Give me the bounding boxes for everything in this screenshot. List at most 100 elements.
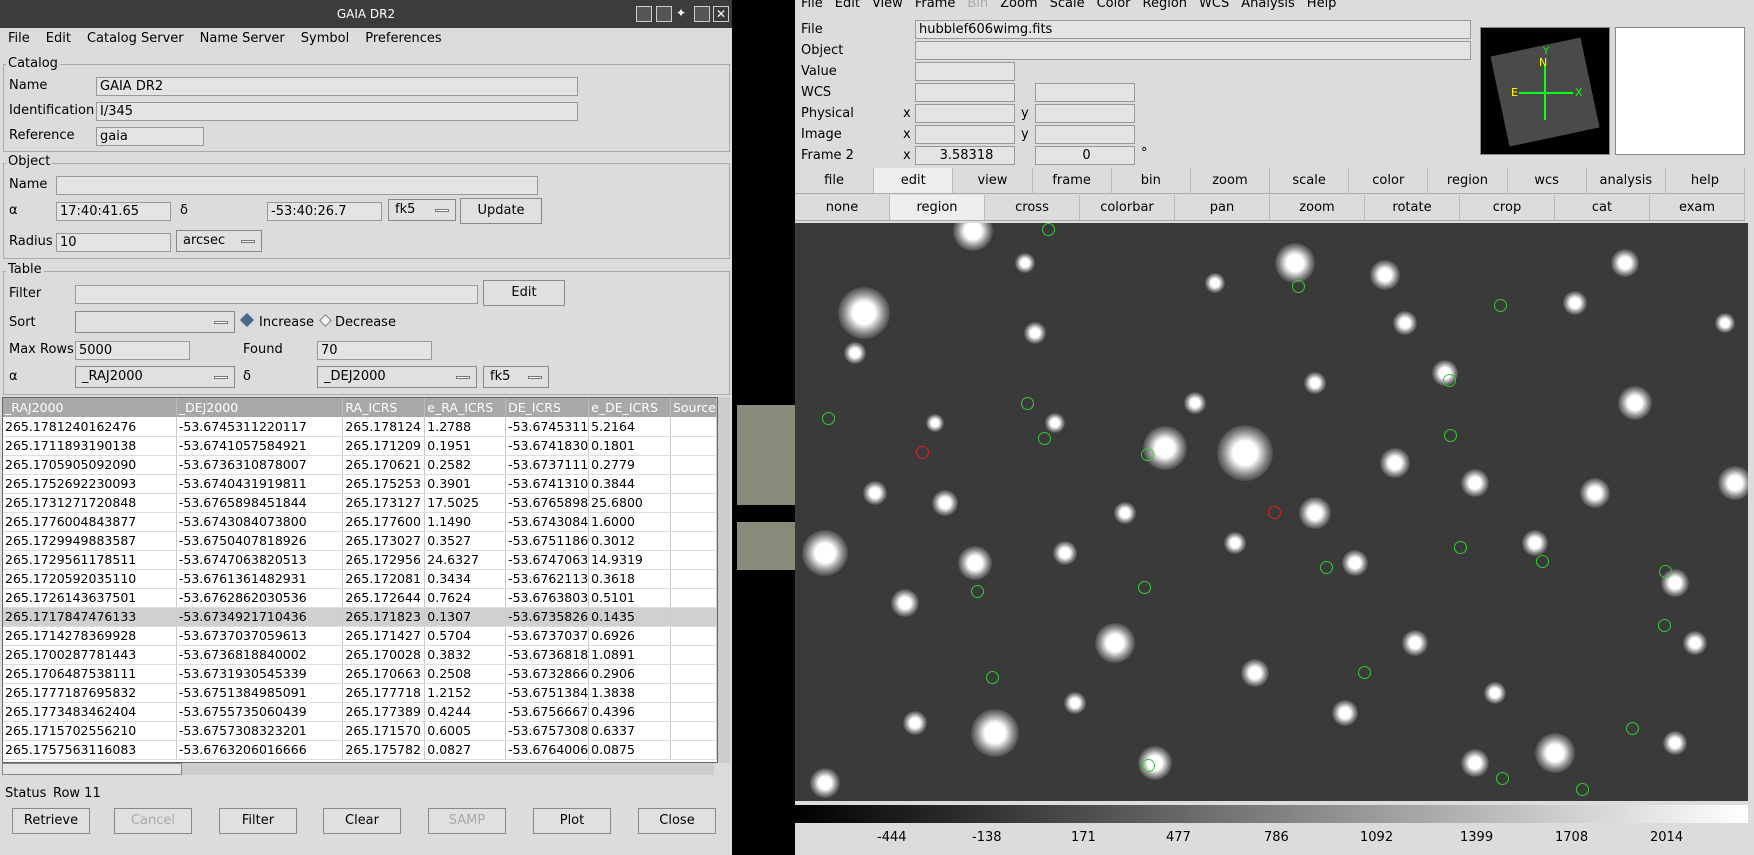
menu-catalog-server[interactable]: Catalog Server [79,28,192,50]
catalog-region-circle[interactable] [1141,448,1154,461]
catalog-region-circle[interactable] [1658,619,1671,632]
catalog-region-circle[interactable] [1320,561,1333,574]
table-row[interactable]: 265.1715702556210 -53.6757308323201 265.17… [3,721,717,741]
catalog-region-circle[interactable] [1021,397,1034,410]
bb-file[interactable]: file [795,168,875,193]
table-row[interactable]: 265.1729949883587 -53.6750407818926 265.17… [3,531,717,551]
catalog-region-circle[interactable] [1496,772,1509,785]
catalog-region-circle[interactable] [1042,223,1055,236]
panner[interactable]: N E Y X [1480,27,1610,155]
menu-file[interactable]: File [0,28,38,50]
catalog-region-circle[interactable] [1626,722,1639,735]
eb-cat[interactable]: cat [1555,195,1650,220]
maximize-icon[interactable] [694,6,710,22]
menu-name-server[interactable]: Name Server [192,28,293,50]
bb-region[interactable]: region [1428,168,1508,193]
catalog-region-circle[interactable] [1038,432,1051,445]
bb-scale[interactable]: scale [1270,168,1350,193]
vertical-scrollbar[interactable] [718,397,730,763]
eb-rotate[interactable]: rotate [1365,195,1460,220]
catalog-region-circle[interactable] [1576,783,1589,796]
identification-field[interactable]: I/345 [96,102,578,121]
coord-system-dropdown[interactable]: fk5 [388,199,456,221]
move-icon[interactable] [656,6,672,22]
eb-zoom[interactable]: zoom [1270,195,1365,220]
ds9-menu-bin[interactable]: Bin [961,0,994,14]
eb-cross[interactable]: cross [985,195,1080,220]
samp-button[interactable]: SAMP [428,808,506,834]
table-row[interactable]: 265.1776004843877 -53.6743084073800 265.17… [3,512,717,532]
table-system-dropdown[interactable]: fk5 [483,366,549,388]
delta-field[interactable]: -53:40:26.7 [267,202,382,221]
catalog-region-circle[interactable] [1659,565,1672,578]
table-row[interactable]: 265.1705905092090 -53.6736310878007 265.17… [3,455,717,475]
table-row[interactable]: 265.1777187695832 -53.6751384985091 265.17… [3,683,717,703]
bb-view[interactable]: view [953,168,1033,193]
bb-frame[interactable]: frame [1033,168,1112,193]
horizontal-scrollbar[interactable] [2,763,714,775]
clear-button[interactable]: Clear [323,808,401,834]
plot-button[interactable]: Plot [533,808,611,834]
table-row[interactable]: 265.1773483462404 -53.6755735060439 265.17… [3,702,717,722]
horizontal-scroll-thumb[interactable] [2,763,182,775]
selected-region-circle[interactable] [916,446,929,459]
pin-icon[interactable]: ✦ [676,6,692,22]
close-button[interactable]: Close [638,808,716,834]
ds9-menu-wcs[interactable]: WCS [1193,0,1235,14]
edit-button[interactable]: Edit [483,280,565,306]
ds9-menu-view[interactable]: View [866,0,909,14]
ds9-menu-help[interactable]: Help [1301,0,1343,14]
ds9-menu-zoom[interactable]: Zoom [994,0,1043,14]
selected-region-circle[interactable] [1268,506,1281,519]
reference-field[interactable]: gaia [96,127,204,146]
catalog-region-circle[interactable] [1443,374,1456,387]
catalog-region-circle[interactable] [1142,759,1155,772]
bb-edit[interactable]: edit [874,168,954,193]
bb-analysis[interactable]: analysis [1587,168,1666,193]
ds9-menu-region[interactable]: Region [1137,0,1194,14]
catalog-region-circle[interactable] [1454,541,1467,554]
catalog-region-circle[interactable] [822,412,835,425]
menu-symbol[interactable]: Symbol [293,28,357,50]
ds9-menu-edit[interactable]: Edit [829,0,866,14]
object-name-field[interactable] [56,176,538,195]
menu-preferences[interactable]: Preferences [357,28,449,50]
table-row[interactable]: 265.1700287781443 -53.6736818840002 265.17… [3,645,717,665]
table-row[interactable]: 265.1714278369928 -53.6737037059613 265.17… [3,626,717,646]
table-row[interactable]: 265.1726143637501 -53.6762862030536 265.17… [3,588,717,608]
retrieve-button[interactable]: Retrieve [12,808,90,834]
column-header[interactable]: RA_ICRS [342,398,426,417]
delta-column-dropdown[interactable]: _DEJ2000 [317,366,477,388]
filter-field[interactable] [75,285,478,304]
catalog-region-circle[interactable] [1536,555,1549,568]
bb-wcs[interactable]: wcs [1508,168,1587,193]
close-icon[interactable]: ✕ [713,6,729,22]
alpha-column-dropdown[interactable]: _RAJ2000 [75,366,235,388]
eb-none[interactable]: none [795,195,890,220]
column-header[interactable]: e_DE_ICRS [588,398,671,417]
menu-edit[interactable]: Edit [38,28,79,50]
table-row[interactable]: 265.1752692230093 -53.6740431919811 265.17… [3,474,717,494]
max-rows-field[interactable]: 5000 [75,341,190,360]
catalog-region-circle[interactable] [1292,280,1305,293]
bb-help[interactable]: help [1666,168,1746,193]
column-header[interactable]: e_RA_ICRS [424,398,507,417]
catalog-region-circle[interactable] [1444,429,1457,442]
eb-pan[interactable]: pan [1175,195,1270,220]
eb-exam[interactable]: exam [1650,195,1745,220]
catalog-region-circle[interactable] [971,585,984,598]
bb-zoom[interactable]: zoom [1191,168,1271,193]
catalog-region-circle[interactable] [1358,666,1371,679]
ds9-menu-scale[interactable]: Scale [1044,0,1091,14]
catalog-region-circle[interactable] [1138,581,1151,594]
bb-color[interactable]: color [1349,168,1429,193]
ds9-menu-color[interactable]: Color [1091,0,1137,14]
update-button[interactable]: Update [460,198,542,224]
eb-colorbar[interactable]: colorbar [1080,195,1175,220]
column-header[interactable]: _DEJ2000 [176,398,344,417]
column-header[interactable]: _RAJ2000 [3,398,177,417]
radius-field[interactable]: 10 [56,233,171,252]
table-row[interactable]: 265.1706487538111 -53.6731930545339 265.17… [3,664,717,684]
colorbar[interactable] [795,805,1748,823]
table-row[interactable]: 265.1711893190138 -53.6741057584921 265.17… [3,436,717,456]
